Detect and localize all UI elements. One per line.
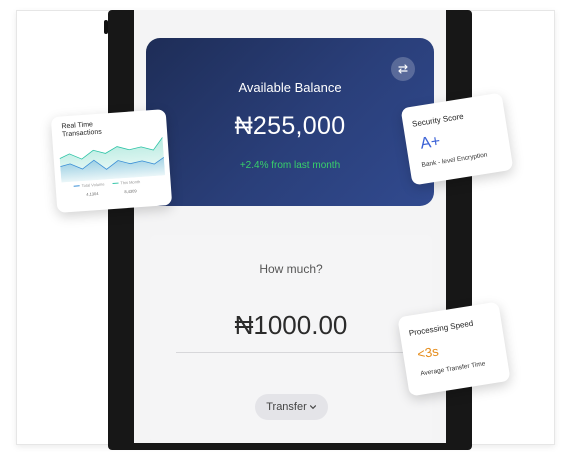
amount-underline: [176, 352, 408, 353]
processing-title: Processing Speed: [408, 318, 474, 338]
legend-item-b: This Month: [112, 179, 140, 186]
balance-change: +2.4% from last month: [239, 160, 341, 171]
chevron-down-icon: [309, 405, 316, 410]
security-score-card: Security Score A+ Bank - level Encryptio…: [400, 92, 514, 186]
value-b: 8,4309: [124, 188, 137, 195]
swap-button[interactable]: [391, 57, 415, 81]
realtime-chart: [59, 137, 166, 183]
amount-input[interactable]: ₦1000.00: [150, 310, 432, 341]
transfer-button-label: Transfer: [266, 401, 307, 413]
security-title: Security Score: [411, 111, 465, 129]
transfer-button[interactable]: Transfer: [255, 394, 328, 420]
amount-prompt: How much?: [259, 262, 323, 276]
swap-arrows-icon: [398, 64, 408, 74]
security-description: Bank - level Encryption: [421, 151, 488, 169]
realtime-transactions-card: Real Time Transactions Total Volume This…: [50, 109, 173, 213]
realtime-values: 4,1304 8,4309: [86, 187, 161, 197]
balance-amount: ₦255,000: [234, 112, 346, 140]
legend-item-a: Total Volume: [73, 182, 105, 189]
balance-title: Available Balance: [238, 80, 342, 95]
value-a: 4,1304: [86, 190, 99, 197]
processing-time: <3s: [416, 343, 440, 362]
phone-side-button: [104, 20, 108, 34]
processing-speed-card: Processing Speed <3s Average Transfer Ti…: [397, 301, 511, 397]
processing-description: Average Transfer Time: [419, 360, 486, 378]
security-grade: A+: [419, 132, 442, 153]
